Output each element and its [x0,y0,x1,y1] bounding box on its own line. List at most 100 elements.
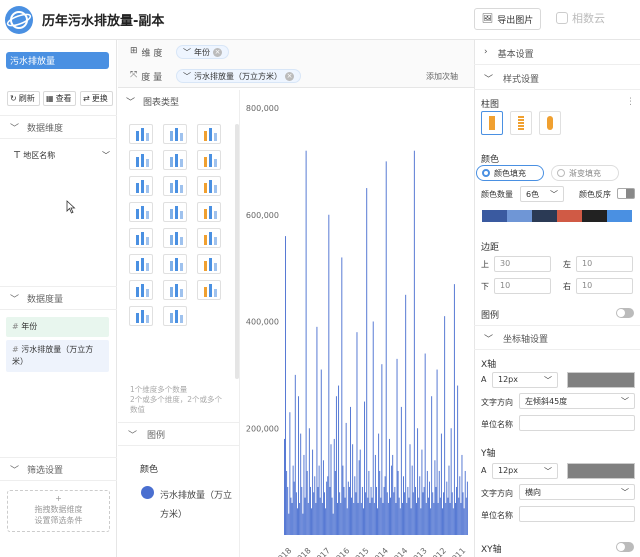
chart-bar[interactable] [457,385,459,535]
chart-bar[interactable] [425,502,427,535]
chart-bar[interactable] [285,236,287,535]
chart-bar[interactable] [312,449,314,535]
chart-bar[interactable] [292,465,294,535]
chart-bar[interactable] [422,492,424,535]
chart-bar[interactable] [398,497,400,535]
filter-drop-zone[interactable]: + 拖拽数据维度 设置筛选条件 [7,490,110,532]
chart-bar[interactable] [409,444,411,535]
chart-type-shield-icon[interactable] [197,202,221,222]
chart-bar[interactable] [449,502,451,535]
chart-bar[interactable] [395,502,397,535]
chart-type-grouped-bar-icon[interactable] [129,150,153,170]
legend-section-header[interactable]: ﹀ 图例 [118,422,240,446]
chart-bar[interactable] [340,502,342,535]
chart-type-heatmap-icon[interactable] [163,228,187,248]
chart-bar[interactable] [337,502,338,535]
chart-bar[interactable] [371,497,373,535]
x-font-color-picker[interactable] [567,372,635,388]
chart-bar[interactable] [452,508,454,535]
chart-type-funnel-icon[interactable] [129,254,153,274]
chart-types-header[interactable]: ﹀ 图表类型 [126,95,179,108]
chart-type-ring-icon[interactable] [129,176,153,196]
chart-bar[interactable] [413,150,415,535]
margin-top-input[interactable]: 30 [494,256,551,272]
chart-bar[interactable] [387,502,389,535]
chart-bar[interactable] [464,470,466,535]
style-settings-header[interactable]: ﹀ 样式设置 [484,72,539,85]
chart-bar[interactable] [352,444,354,535]
chart-bar[interactable] [289,412,291,535]
chart-bar[interactable] [407,486,409,535]
dimension-section-header[interactable]: ﹀ 数据维度 [0,115,117,139]
chart-bar[interactable] [370,486,372,535]
chart-type-violin-icon[interactable] [129,306,153,326]
color-reverse-toggle[interactable] [617,188,635,199]
chart-bar[interactable] [291,502,293,535]
chart-bar[interactable] [302,513,304,535]
margin-right-input[interactable]: 10 [576,278,633,294]
chart-bar[interactable] [377,508,379,535]
margin-bottom-input[interactable]: 10 [494,278,551,294]
chart-bar[interactable] [294,374,296,535]
chart-bar[interactable] [379,470,381,535]
chart-bar[interactable] [345,422,347,535]
chart-bar[interactable] [344,497,346,535]
bar-style-rounded[interactable] [539,111,561,135]
chart-type-bubble-icon[interactable] [129,228,153,248]
chart-bar[interactable] [320,369,322,535]
dimension-pill[interactable]: ﹀ 年份 × [176,45,229,59]
chart-bar[interactable] [440,433,442,535]
chart-bar[interactable] [385,161,387,535]
chart-bar[interactable] [313,492,315,535]
chart-bar[interactable] [401,502,403,535]
chart-type-stacked-bar-icon[interactable] [197,150,221,170]
chart-bar[interactable] [334,470,336,535]
chart-bar[interactable] [414,486,416,535]
chart-bar[interactable] [382,502,384,535]
chart-bar[interactable] [295,492,297,535]
chart-bar[interactable] [378,433,380,535]
chart-bar[interactable] [451,492,453,535]
chart-bar[interactable] [444,316,446,535]
chart-bar[interactable] [367,497,369,535]
chart-bar[interactable] [419,476,421,535]
chart-type-line-combo-icon[interactable] [197,254,221,274]
chart-bar[interactable] [381,364,383,535]
chart-bar[interactable] [343,486,345,535]
chart-bar[interactable] [455,502,456,535]
y-font-color-picker[interactable] [567,463,635,479]
chart-bar[interactable] [453,284,455,535]
chart-type-horizontal-bar-icon[interactable] [163,150,187,170]
more-icon[interactable]: ⋮ [626,97,635,107]
chart-bar[interactable] [396,358,398,535]
chart-bar[interactable] [358,460,360,535]
gradient-fill-radio[interactable]: 渐变填充 [551,165,619,181]
replace-button[interactable]: ⇄ 更换 [80,91,113,106]
chart-bar[interactable] [436,369,438,535]
chart-bar[interactable] [363,508,364,535]
chart-type-parallel-icon[interactable] [197,280,221,300]
chart-bar[interactable] [384,476,386,535]
chart-bar[interactable] [418,497,420,535]
chart-bar[interactable] [383,486,385,535]
chart-bar[interactable] [321,502,323,535]
chart-type-line-icon[interactable] [129,124,153,144]
chart-bar[interactable] [360,502,362,535]
color-fill-radio[interactable]: 颜色填充 [476,165,544,181]
chart-bar[interactable] [376,486,377,535]
chart-bar[interactable] [327,476,329,535]
chart-bar[interactable] [450,428,452,535]
chart-bar[interactable] [342,465,344,535]
chart-bar[interactable] [309,486,311,535]
chart-bar[interactable] [301,486,303,535]
measure-section-header[interactable]: ﹀ 数据度量 [0,286,117,310]
chart-bar[interactable] [388,438,390,535]
chart-type-multi-line-icon[interactable] [197,124,221,144]
chart-bar[interactable] [361,486,363,535]
chart-bar[interactable] [465,497,467,535]
chart-bar[interactable] [403,476,404,535]
chart-bar[interactable] [431,396,433,535]
chart-bar[interactable] [442,508,443,535]
chart-type-mountain-icon[interactable] [129,280,153,300]
chart-type-pie-icon[interactable] [197,176,221,196]
